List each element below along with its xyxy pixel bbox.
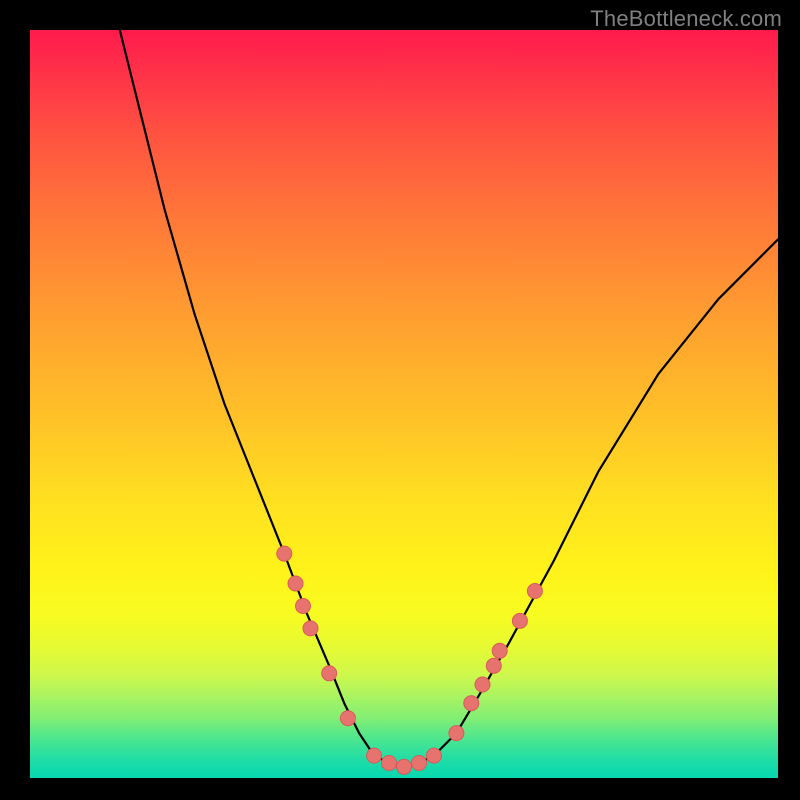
chart-marker [322,666,337,681]
chart-marker [382,756,397,771]
chart-marker [367,748,382,763]
chart-marker [426,748,441,763]
watermark-text: TheBottleneck.com [590,6,782,32]
chart-marker [277,546,292,561]
chart-marker [512,613,527,628]
chart-overlay-svg [30,30,778,778]
chart-marker [397,759,412,774]
chart-marker [527,584,542,599]
chart-marker [303,621,318,636]
chart-markers-group [277,546,543,774]
chart-marker [486,658,501,673]
chart-marker [492,643,507,658]
chart-marker [296,599,311,614]
chart-marker [412,756,427,771]
chart-marker [288,576,303,591]
chart-marker [475,677,490,692]
chart-marker [340,711,355,726]
bottleneck-curve [120,30,778,767]
chart-marker [449,726,464,741]
chart-plot-area [30,30,778,778]
chart-container: TheBottleneck.com [0,0,800,800]
chart-marker [464,696,479,711]
